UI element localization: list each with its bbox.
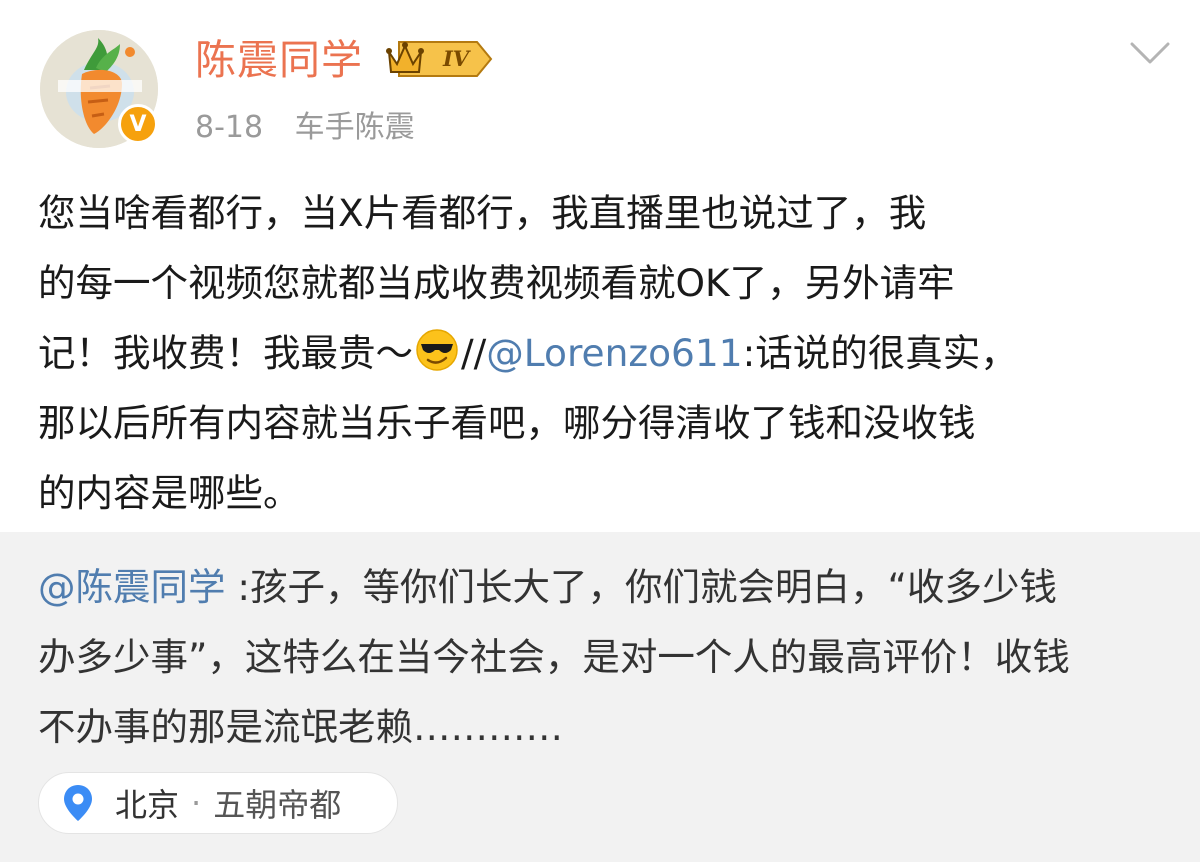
retweet-text-line: @陈震同学 :孩子，等你们长大了，你们就会明白，“收多少钱 — [38, 552, 1173, 622]
post-text: 您当啥看都行，当X片看都行，我直播里也说过了，我 的每一个视频您就都当成收费视频… — [38, 178, 1173, 528]
location-pin-icon — [61, 783, 95, 823]
retweet-text: @陈震同学 :孩子，等你们长大了，你们就会明白，“收多少钱 办多少事”，这特么在… — [38, 552, 1173, 762]
post-text-line: 的每一个视频您就都当成收费视频看就OK了，另外请牢 — [38, 261, 955, 305]
post-meta: 8-18 车手陈震 — [195, 108, 415, 148]
retweeted-post[interactable]: @陈震同学 :孩子，等你们长大了，你们就会明白，“收多少钱 办多少事”，这特么在… — [0, 532, 1200, 862]
repost-separator: // — [461, 331, 487, 375]
post-menu-button[interactable] — [1128, 36, 1172, 70]
location-city: 北京 — [115, 786, 180, 824]
location-separator: · — [191, 784, 202, 822]
location-detail: 五朝帝都 — [213, 786, 342, 824]
rank-level: IV — [442, 46, 470, 71]
post-text-line: 您当啥看都行，当X片看都行，我直播里也说过了，我 — [38, 191, 927, 235]
retweet-text-line: 不办事的那是流氓老赖………… — [38, 705, 563, 749]
cool-sunglasses-emoji-icon — [416, 329, 458, 371]
chevron-down-icon — [1130, 42, 1170, 64]
post-header: V 陈震同学 IV 8-18 车手陈震 — [0, 0, 1200, 170]
post-text-line: 那以后所有内容就当乐子看吧，哪分得清收了钱和没收钱 — [38, 401, 976, 445]
retweet-text-segment: :孩子，等你们长大了，你们就会明白，“收多少钱 — [225, 565, 1057, 609]
post-date: 8-18 — [195, 110, 264, 145]
author-name[interactable]: 陈震同学 — [195, 34, 363, 86]
post-text-segment: :话说的很真实， — [742, 331, 1018, 375]
post-text-line: 的内容是哪些。 — [38, 471, 301, 515]
weibo-post-page: V 陈震同学 IV 8-18 车手陈震 您当啥看都行，当X片看都行，我直播里也说… — [0, 0, 1200, 862]
crown-rank-badge-icon[interactable]: IV — [385, 38, 497, 80]
post-source[interactable]: 车手陈震 — [295, 110, 415, 145]
mention-link[interactable]: @Lorenzo611 — [486, 331, 742, 375]
retweet-author-mention[interactable]: @陈震同学 — [38, 565, 226, 609]
location-tag[interactable]: 北京 · 五朝帝都 — [38, 772, 398, 834]
verified-badge-icon: V — [118, 104, 158, 144]
retweet-text-line: 办多少事”，这特么在当今社会，是对一个人的最高评价！收钱 — [38, 635, 1070, 679]
post-text-line: 记！我收费！我最贵～ //@Lorenzo611:话说的很真实， — [38, 318, 1173, 388]
post-text-segment: 记！我收费！我最贵～ — [38, 331, 413, 375]
